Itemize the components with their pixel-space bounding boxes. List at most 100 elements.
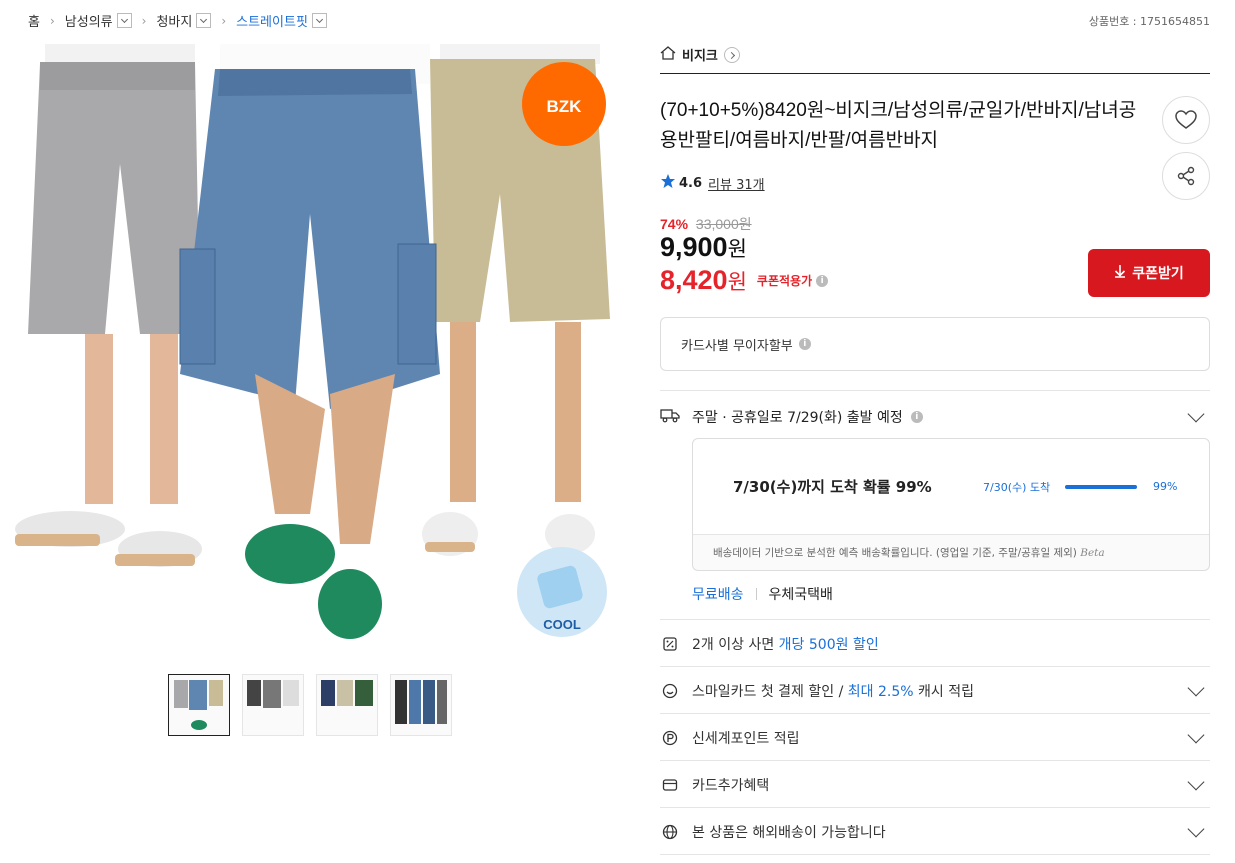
star-icon [660, 173, 676, 193]
point-icon [660, 730, 680, 746]
cool-badge-text: COOL [543, 617, 581, 632]
thumbnail-image [247, 680, 299, 708]
discount-rate: 74% [660, 216, 689, 232]
breadcrumb-label: 남성의류 [64, 15, 113, 30]
share-button[interactable] [1162, 152, 1210, 200]
sale-price-value: 9,900 [660, 232, 728, 262]
shop-link[interactable]: 비지크 [660, 44, 1210, 74]
overseas-shipping-row[interactable]: 본 상품은 해외배송이 가능합니다 [660, 819, 1210, 845]
card-installment-label: 카드사별 무이자할부 [681, 338, 793, 354]
benefit-text: 스마일카드 첫 결제 할인 / 최대 2.5% 캐시 적립 [692, 681, 974, 701]
product-info-panel: 비지크 (70+10+5%)8420원~비지크/남성의류/균일가/반바지/남녀공… [660, 44, 1210, 855]
chevron-down-icon[interactable] [1187, 820, 1205, 838]
divider [660, 390, 1210, 391]
prediction-date: 7/30(수) 도착 [983, 480, 1051, 494]
store-home-icon [660, 45, 676, 64]
benefit-prefix: 2개 이상 사면 [692, 637, 779, 653]
benefit-text: 카드추가혜택 [692, 778, 770, 794]
benefit-highlight: 최대 2.5% [847, 684, 914, 700]
thumbnail-list [168, 674, 452, 736]
shinsegae-point-row[interactable]: 신세계포인트 적립 [660, 725, 1210, 751]
shorts-photo: BZK COOL [15, 44, 610, 639]
share-icon [1177, 166, 1195, 186]
dropdown-icon[interactable] [116, 13, 132, 28]
info-icon[interactable]: i [798, 338, 811, 350]
card-installment-box[interactable]: 카드사별 무이자할부 i [660, 317, 1210, 371]
coupon-button-label: 쿠폰받기 [1132, 266, 1184, 282]
divider [660, 807, 1210, 808]
breadcrumb-separator: › [49, 13, 55, 28]
benefit-highlight: 개당 500원 할인 [778, 637, 879, 653]
benefit-text: 신세계포인트 적립 [692, 731, 800, 747]
main-product-image[interactable]: BZK COOL [10, 44, 610, 644]
prediction-note-text: 배송데이터 기반으로 분석한 예측 배송확률입니다. (영업일 기준, 주말/공… [713, 547, 1077, 559]
review-count-link[interactable]: 리뷰 31개 [708, 174, 765, 193]
breadcrumb-label: 스트레이트핏 [236, 15, 308, 30]
card-benefit-row[interactable]: 카드추가혜택 [660, 772, 1210, 798]
discount-info: 74% 33,000원 [660, 214, 752, 234]
thumbnail-image [321, 680, 373, 706]
thumbnail-4[interactable] [390, 674, 452, 736]
product-number: 상품번호 : 1751654851 [1088, 15, 1210, 28]
breadcrumb: 홈 › 남성의류 › 청바지 › 스트레이트핏 [28, 11, 327, 30]
carrier-label: 우체국택배 [768, 587, 833, 603]
breadcrumb-label: 청바지 [156, 15, 193, 30]
smile-card-row[interactable]: 스마일카드 첫 결제 할인 / 최대 2.5% 캐시 적립 [660, 678, 1210, 704]
price-unit: 원 [727, 270, 747, 294]
prediction-note: 배송데이터 기반으로 분석한 예측 배송확률입니다. (영업일 기준, 주말/공… [693, 535, 1209, 560]
beta-label: Beta [1080, 547, 1105, 559]
dropdown-icon[interactable] [311, 13, 327, 28]
rating-score: 4.6 [679, 175, 703, 191]
thumbnail-image [395, 680, 447, 724]
rating-summary: 4.6 리뷰 31개 [660, 173, 765, 193]
shop-name: 비지크 [682, 49, 718, 64]
delivery-prediction-box: 7/30(수)까지 도착 확률 99% 7/30(수) 도착 99% 배송데이터… [692, 438, 1210, 571]
prediction-progress-bar [1065, 484, 1137, 489]
smile-icon [660, 683, 680, 699]
prediction-percent: 99% [1153, 480, 1178, 493]
shipping-schedule-row[interactable]: 주말 · 공휴일로 7/29(화) 출발 예정 i [660, 404, 1210, 430]
divider [660, 854, 1210, 855]
chevron-down-icon[interactable] [1187, 679, 1205, 697]
coupon-price: 8,420 원 쿠폰적용가 i [660, 265, 829, 296]
wishlist-button[interactable] [1162, 96, 1210, 144]
breadcrumb-category-3[interactable]: 스트레이트핏 [236, 11, 327, 30]
thumbnail-3[interactable] [316, 674, 378, 736]
chevron-down-icon[interactable] [1187, 405, 1205, 423]
prediction-headline: 7/30(수)까지 도착 확률 99% [733, 478, 932, 496]
info-icon[interactable]: i [910, 411, 923, 423]
heart-icon [1175, 110, 1197, 129]
divider [755, 588, 757, 600]
card-icon [660, 778, 680, 792]
shipping-schedule-text: 주말 · 공휴일로 7/29(화) 출발 예정 [692, 410, 903, 426]
free-shipping-label: 무료배송 [692, 587, 744, 603]
divider [660, 713, 1210, 714]
breadcrumb-category-1[interactable]: 남성의류 [65, 11, 132, 30]
breadcrumb-home[interactable]: 홈 [28, 11, 40, 30]
chevron-down-icon[interactable] [1187, 726, 1205, 744]
bulk-discount-row: 2개 이상 사면 개당 500원 할인 [660, 631, 1210, 657]
chevron-down-icon[interactable] [1187, 773, 1205, 791]
globe-icon [660, 824, 680, 840]
download-icon [1114, 264, 1126, 282]
shipping-method: 무료배송 우체국택배 [692, 584, 833, 604]
coupon-download-button[interactable]: 쿠폰받기 [1088, 249, 1210, 297]
breadcrumb-separator: › [221, 13, 227, 28]
info-icon[interactable]: i [816, 274, 829, 287]
discount-tag-icon [660, 636, 680, 652]
sale-price: 9,900원 [660, 232, 747, 263]
product-title: (70+10+5%)8420원~비지크/남성의류/균일가/반바지/남녀공용반팔티… [660, 100, 1137, 151]
breadcrumb-category-2[interactable]: 청바지 [156, 11, 212, 30]
benefit-prefix: 스마일카드 첫 결제 할인 / [692, 684, 848, 700]
benefit-text: 본 상품은 해외배송이 가능합니다 [692, 825, 886, 841]
benefit-suffix: 캐시 적립 [913, 684, 974, 700]
thumbnail-1[interactable] [168, 674, 230, 736]
breadcrumb-separator: › [141, 13, 147, 28]
divider [660, 666, 1210, 667]
benefit-text: 2개 이상 사면 개당 500원 할인 [692, 634, 879, 654]
thumbnail-2[interactable] [242, 674, 304, 736]
brand-badge-text: BZK [547, 97, 583, 116]
thumbnail-image [174, 680, 223, 730]
dropdown-icon[interactable] [196, 13, 212, 28]
original-price: 33,000원 [695, 216, 752, 232]
